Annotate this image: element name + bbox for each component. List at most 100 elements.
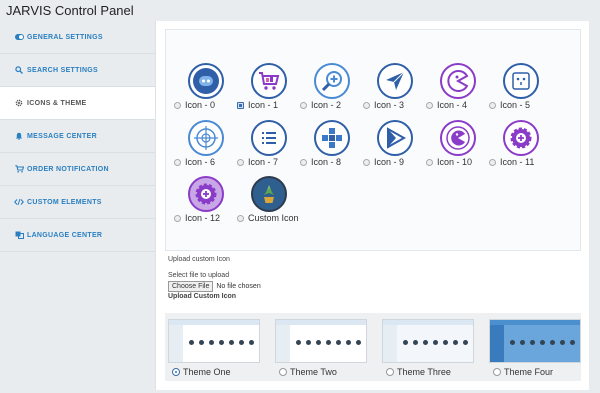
code-icon (14, 198, 24, 206)
theme-thumbnail[interactable] (168, 319, 260, 363)
choose-file-button[interactable]: Choose File (168, 281, 214, 292)
zoom-in-icon (314, 63, 350, 99)
gear-plus-icon (503, 120, 539, 156)
theme-thumbnail[interactable] (275, 319, 367, 363)
theme-thumbnail[interactable] (382, 319, 474, 363)
sidebar-item-label: LANGUAGE CENTER (27, 231, 103, 239)
sidebar-item-label: GENERAL SETTINGS (27, 33, 103, 41)
theme-radio-selected[interactable] (172, 368, 180, 376)
icon-label: Custom Icon (248, 213, 299, 223)
icon-option-1[interactable]: Icon - 1 (237, 63, 307, 117)
gear-icon (14, 99, 24, 107)
main-panel: Icon - 0 Icon - 1 Icon - 2 Icon - 3 Icon (155, 21, 589, 390)
icon-label: Icon - 11 (500, 157, 535, 167)
icon-label: Icon - 8 (311, 157, 342, 167)
icon-option-6[interactable]: Icon - 6 (174, 120, 244, 174)
theme-radio[interactable] (493, 368, 501, 376)
theme-label: Theme One (183, 367, 231, 377)
icon-option-5[interactable]: Icon - 5 (489, 63, 559, 117)
icon-option-2[interactable]: Icon - 2 (300, 63, 370, 117)
icon-option-9[interactable]: Icon - 9 (363, 120, 433, 174)
theme-radio[interactable] (279, 368, 287, 376)
gear-plus-filled-icon (188, 176, 224, 212)
pacman-icon (440, 63, 476, 99)
icon-label: Icon - 5 (500, 100, 531, 110)
sidebar-item-label: ICONS & THEME (27, 99, 87, 107)
file-input[interactable]: Choose File No file chosen (168, 281, 261, 292)
search-icon (14, 66, 24, 74)
plant-pot-icon (251, 176, 287, 212)
plus-grid-icon (314, 120, 350, 156)
crosshair-icon (188, 120, 224, 156)
icon-option-3[interactable]: Icon - 3 (363, 63, 433, 117)
icon-label: Icon - 1 (248, 100, 279, 110)
app-title: JARVIS Control Panel (6, 3, 134, 18)
icon-radio[interactable] (174, 158, 181, 166)
list-icon (251, 120, 287, 156)
icon-radio[interactable] (363, 101, 370, 109)
icon-label: Icon - 4 (437, 100, 468, 110)
icon-option-10[interactable]: Icon - 10 (426, 120, 496, 174)
theme-label: Theme Three (397, 367, 451, 377)
sidebar-item-order-notification[interactable]: ORDER NOTIFICATION (0, 153, 155, 186)
icon-label: Icon - 10 (437, 157, 473, 167)
icon-radio[interactable] (300, 158, 307, 166)
bell-icon (14, 132, 24, 140)
upload-section: Upload custom Icon Select file to upload… (165, 253, 581, 313)
sidebar-item-search-settings[interactable]: SEARCH SETTINGS (0, 54, 155, 87)
theme-option-one[interactable]: Theme One (168, 319, 260, 379)
icon-radio[interactable] (174, 101, 181, 109)
icon-label: Icon - 9 (374, 157, 405, 167)
sidebar-item-label: ORDER NOTIFICATION (27, 165, 109, 173)
toggle-icon (14, 34, 24, 40)
icon-option-4[interactable]: Icon - 4 (426, 63, 496, 117)
sidebar-item-label: CUSTOM ELEMENTS (27, 198, 102, 206)
theme-label: Theme Two (290, 367, 337, 377)
sidebar: GENERAL SETTINGS SEARCH SETTINGS ICONS &… (0, 21, 155, 252)
icon-radio[interactable] (489, 101, 496, 109)
icon-label: Icon - 0 (185, 100, 216, 110)
icon-option-7[interactable]: Icon - 7 (237, 120, 307, 174)
chat-bot-icon (188, 63, 224, 99)
theme-option-three[interactable]: Theme Three (382, 319, 474, 379)
sidebar-item-language-center[interactable]: LANGUAGE CENTER (0, 219, 155, 252)
sidebar-item-icons-theme[interactable]: ICONS & THEME (0, 87, 155, 120)
icon-option-11[interactable]: Icon - 11 (489, 120, 559, 174)
icon-radio[interactable] (426, 101, 433, 109)
sidebar-item-custom-elements[interactable]: CUSTOM ELEMENTS (0, 186, 155, 219)
icon-radio[interactable] (489, 158, 496, 166)
sidebar-item-general-settings[interactable]: GENERAL SETTINGS (0, 21, 155, 54)
icon-label: Icon - 7 (248, 157, 279, 167)
cart-icon (14, 165, 24, 173)
icon-option-8[interactable]: Icon - 8 (300, 120, 370, 174)
icon-radio[interactable] (426, 158, 433, 166)
theme-radio[interactable] (386, 368, 394, 376)
language-icon (14, 231, 24, 239)
select-file-label: Select file to upload (168, 272, 230, 279)
icon-picker: Icon - 0 Icon - 1 Icon - 2 Icon - 3 Icon (165, 29, 581, 251)
sidebar-item-label: MESSAGE CENTER (27, 132, 97, 140)
upload-custom-icon-heading: Upload Custom Icon (168, 293, 237, 300)
icon-radio-selected[interactable] (237, 101, 244, 109)
theme-selector: Theme One Theme Two Theme Three Theme Fo… (165, 313, 581, 381)
icon-label: Icon - 3 (374, 100, 405, 110)
icon-radio[interactable] (300, 101, 307, 109)
theme-option-four[interactable]: Theme Four (489, 319, 581, 379)
icon-radio[interactable] (363, 158, 370, 166)
icon-option-0[interactable]: Icon - 0 (174, 63, 244, 117)
icon-label: Icon - 6 (185, 157, 216, 167)
icon-option-custom[interactable]: Custom Icon (237, 176, 307, 230)
icon-radio[interactable] (237, 214, 244, 222)
icon-option-12[interactable]: Icon - 12 (174, 176, 244, 230)
play-icon (377, 120, 413, 156)
theme-option-two[interactable]: Theme Two (275, 319, 367, 379)
theme-thumbnail[interactable] (489, 319, 581, 363)
icon-radio[interactable] (174, 214, 181, 222)
sidebar-item-label: SEARCH SETTINGS (27, 66, 99, 74)
pacman-outline-icon (440, 120, 476, 156)
upload-title: Upload custom Icon (168, 256, 230, 263)
shopping-cart-icon (251, 63, 287, 99)
no-file-text: No file chosen (216, 283, 261, 290)
sidebar-item-message-center[interactable]: MESSAGE CENTER (0, 120, 155, 153)
icon-radio[interactable] (237, 158, 244, 166)
